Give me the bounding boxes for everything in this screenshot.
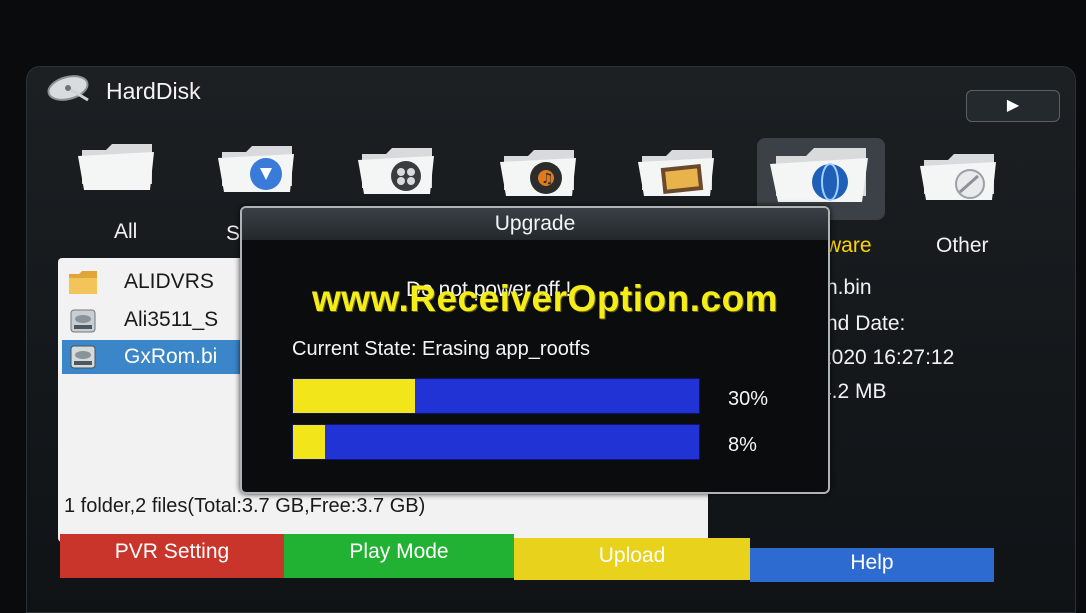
storage-summary: 1 folder,2 files(Total:3.7 GB,Free:3.7 G… [64,495,426,517]
dialog-title: Upgrade [242,208,828,240]
satellite-dish-icon [47,75,89,102]
category-label-download: S [226,222,241,245]
music-folder-icon: ♫ [500,150,576,196]
window-title: HardDisk [106,78,201,104]
download-folder-icon [218,146,294,192]
software-folder-icon [770,148,868,202]
category-label-all: All [114,220,138,243]
folder-icon [78,144,154,190]
progress-fill [293,425,326,459]
pvr-setting-button[interactable]: PVR Setting [60,534,284,578]
info-datetime: 2020 16:27:12 [820,346,955,369]
category-label-other: Other [936,234,989,257]
disk-file-icon [70,345,96,369]
upload-button[interactable]: Upload [514,538,750,580]
disk-file-icon [70,309,96,333]
progress-bar-total [292,378,700,414]
category-label-software: ware [826,234,872,257]
watermark-text: www.ReceiverOption.com [312,278,779,319]
file-name: ALIDVRS [124,270,214,293]
folder-icon [69,271,97,294]
progress-bar-step [292,424,700,460]
upgrade-dialog: Upgrade Do not power off.! Current State… [240,206,830,494]
info-filename: n.bin [826,276,872,299]
play-mode-button[interactable]: Play Mode [284,534,514,578]
file-name: Ali3511_S [124,308,219,331]
picture-folder-icon [638,150,714,196]
info-date-label: nd Date: [826,312,906,335]
svg-text:♫: ♫ [541,171,554,187]
file-name: GxRom.bi [124,345,218,368]
video-folder-icon [358,148,434,194]
progress-fill [293,379,415,413]
progress-percent: 30% [728,388,769,410]
current-state: Current State: Erasing app_rootfs [292,338,590,360]
next-page-button[interactable]: ▶ [966,90,1060,122]
progress-percent: 8% [728,434,757,456]
other-folder-icon [920,154,996,200]
help-button[interactable]: Help [750,548,994,582]
